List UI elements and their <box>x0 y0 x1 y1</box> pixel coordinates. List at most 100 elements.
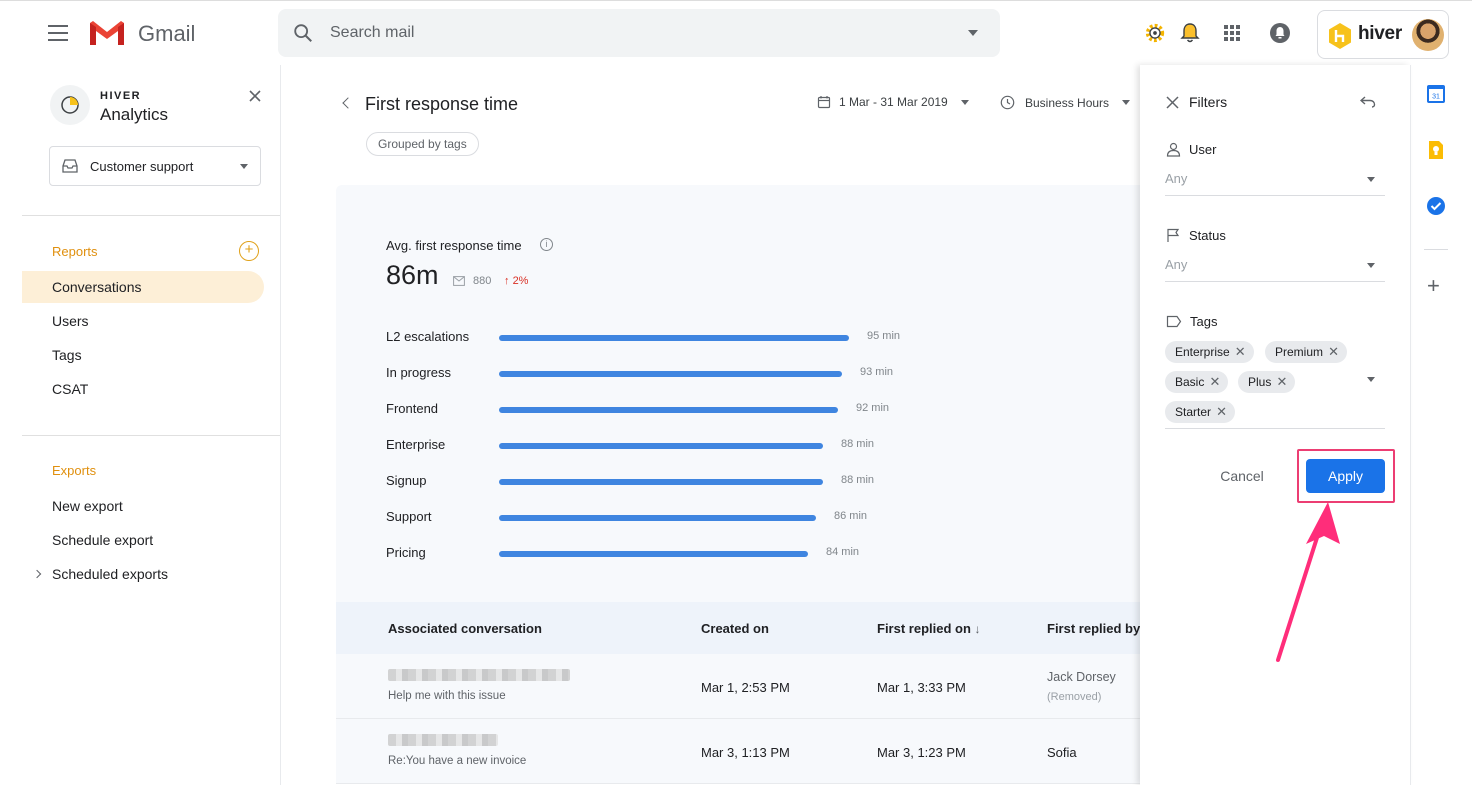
conversation-subject: Re:You have a new invoice <box>388 755 527 767</box>
bar-label: Frontend <box>386 401 439 416</box>
column-header-label: First replied on <box>877 621 971 636</box>
column-header-conversation[interactable]: Associated conversation <box>388 621 542 636</box>
close-icon[interactable] <box>248 89 262 103</box>
remove-tag-icon[interactable]: ✕ <box>1216 401 1227 423</box>
bar-fill <box>499 371 842 377</box>
inbox-icon <box>62 159 78 173</box>
status-filter-select[interactable]: Any <box>1165 254 1385 282</box>
column-header-first-replied-on[interactable]: First replied on ↓ <box>877 621 981 636</box>
bar-row[interactable]: Enterprise 88 min <box>386 435 986 455</box>
search-icon[interactable] <box>292 22 314 44</box>
table-row[interactable]: Help me with this issue Mar 1, 2:53 PM M… <box>336 654 1141 719</box>
gmail-logo-icon[interactable] <box>88 19 126 47</box>
bar-row[interactable]: Support 86 min <box>386 507 986 527</box>
sidebar-item-tags[interactable]: Tags <box>22 339 264 371</box>
column-header-first-replied-by[interactable]: First replied by <box>1047 621 1140 636</box>
inbox-selector[interactable]: Customer support <box>49 146 261 186</box>
bar-value-label: 84 min <box>826 546 860 558</box>
bar-fill <box>499 443 823 449</box>
sidebar-item-schedule-export[interactable]: Schedule export <box>22 524 264 556</box>
close-icon[interactable] <box>1166 96 1179 109</box>
sidebar-divider <box>22 215 280 216</box>
tag-chip-premium: Premium ✕ <box>1265 341 1348 363</box>
business-hours-filter[interactable]: Business Hours <box>1000 95 1131 110</box>
notification-bell-icon[interactable] <box>1178 21 1202 45</box>
status-filter-label: Status <box>1166 228 1226 243</box>
bar-fill <box>499 479 823 485</box>
add-icon[interactable]: + <box>1427 275 1440 297</box>
user-filter-label: User <box>1166 142 1216 157</box>
remove-tag-icon[interactable]: ✕ <box>1328 341 1339 363</box>
search-options-caret-icon[interactable] <box>968 30 978 36</box>
redacted-sender <box>388 669 570 681</box>
svg-text:31: 31 <box>1432 94 1440 101</box>
back-arrow-icon[interactable] <box>342 97 354 109</box>
user-filter-select[interactable]: Any <box>1165 168 1385 196</box>
bar-row[interactable]: Frontend 92 min <box>386 399 986 419</box>
main-menu-icon[interactable] <box>48 25 68 41</box>
bar-value-label: 88 min <box>841 438 875 450</box>
apps-grid-icon[interactable] <box>1220 21 1244 45</box>
remove-tag-icon[interactable]: ✕ <box>1209 371 1220 393</box>
delta-value: 2% <box>512 275 529 287</box>
hiver-account-switcher[interactable]: hiver <box>1317 10 1449 59</box>
bar-label: Signup <box>386 473 427 488</box>
clock-icon <box>1000 95 1015 110</box>
bar-label: Enterprise <box>386 437 446 452</box>
hiver-logo-icon <box>1329 23 1351 49</box>
tags-multiselect[interactable]: Enterprise ✕ Premium ✕ Basic ✕ Plus ✕ Starte… <box>1165 339 1385 429</box>
bar-row[interactable]: Pricing 84 min <box>386 543 986 563</box>
chevron-down-icon[interactable] <box>1367 377 1375 382</box>
bar-fill <box>499 335 849 341</box>
sort-descending-icon[interactable]: ↓ <box>975 622 981 636</box>
mail-icon <box>453 276 465 286</box>
brand-title: Analytics <box>100 105 169 124</box>
calendar-icon[interactable]: 31 <box>1426 84 1446 104</box>
reset-icon[interactable] <box>1360 96 1376 108</box>
grouped-by-chip[interactable]: Grouped by tags <box>366 132 479 156</box>
remove-tag-icon[interactable]: ✕ <box>1276 371 1287 393</box>
redacted-sender <box>388 734 498 746</box>
chevron-down-icon <box>960 99 969 105</box>
bar-fill <box>499 407 838 413</box>
delta-badge: ↑ 2% <box>504 275 528 287</box>
user-avatar[interactable] <box>1412 19 1444 51</box>
chevron-right-icon[interactable] <box>32 569 42 579</box>
first-replied-cell: Mar 3, 1:23 PM <box>877 745 966 760</box>
tags-filter-text: Tags <box>1190 314 1218 329</box>
account-notification-icon[interactable] <box>1268 21 1292 45</box>
rail-divider <box>1424 249 1448 250</box>
settings-gear-icon[interactable] <box>1143 21 1167 45</box>
sidebar-item-scheduled-exports[interactable]: Scheduled exports <box>22 558 264 590</box>
label-tag-icon <box>1166 315 1182 328</box>
sidebar-item-users[interactable]: Users <box>22 305 264 337</box>
tag-chip-starter: Starter ✕ <box>1165 401 1236 423</box>
table-row[interactable]: Re:You have a new invoice Mar 3, 1:13 PM… <box>336 719 1141 784</box>
tag-chip-label: Enterprise <box>1175 345 1230 359</box>
sidebar-item-csat[interactable]: CSAT <box>22 373 264 405</box>
sidebar-item-conversations[interactable]: Conversations <box>22 271 264 303</box>
tasks-icon[interactable] <box>1426 196 1446 216</box>
tag-chip-label: Plus <box>1248 375 1272 389</box>
bar-label: Pricing <box>386 545 426 560</box>
sidebar-item-new-export[interactable]: New export <box>22 490 264 522</box>
bar-value-label: 88 min <box>841 474 875 486</box>
cancel-button[interactable]: Cancel <box>1206 458 1278 494</box>
keep-icon[interactable] <box>1426 140 1446 160</box>
search-bar[interactable] <box>278 9 1000 57</box>
apply-button[interactable]: Apply <box>1306 459 1385 493</box>
column-header-created-on[interactable]: Created on <box>701 621 769 636</box>
search-input[interactable] <box>330 9 930 57</box>
info-icon[interactable]: i <box>540 238 553 251</box>
date-range-filter[interactable]: 1 Mar - 31 Mar 2019 <box>817 95 969 109</box>
remove-tag-icon[interactable]: ✕ <box>1235 341 1246 363</box>
replied-by-note: (Removed) <box>1047 691 1102 703</box>
gmail-wordmark[interactable]: Gmail <box>138 21 195 47</box>
created-on-cell: Mar 3, 1:13 PM <box>701 745 790 760</box>
bar-row[interactable]: Signup 88 min <box>386 471 986 491</box>
bar-row[interactable]: In progress 93 min <box>386 363 986 383</box>
stats-card: Avg. first response time i 86m 880 ↑ 2% … <box>336 185 1141 603</box>
add-report-icon[interactable]: + <box>239 241 259 261</box>
gmail-top-bar: Gmail hiver <box>0 0 1472 65</box>
bar-row[interactable]: L2 escalations 95 min <box>386 327 986 347</box>
